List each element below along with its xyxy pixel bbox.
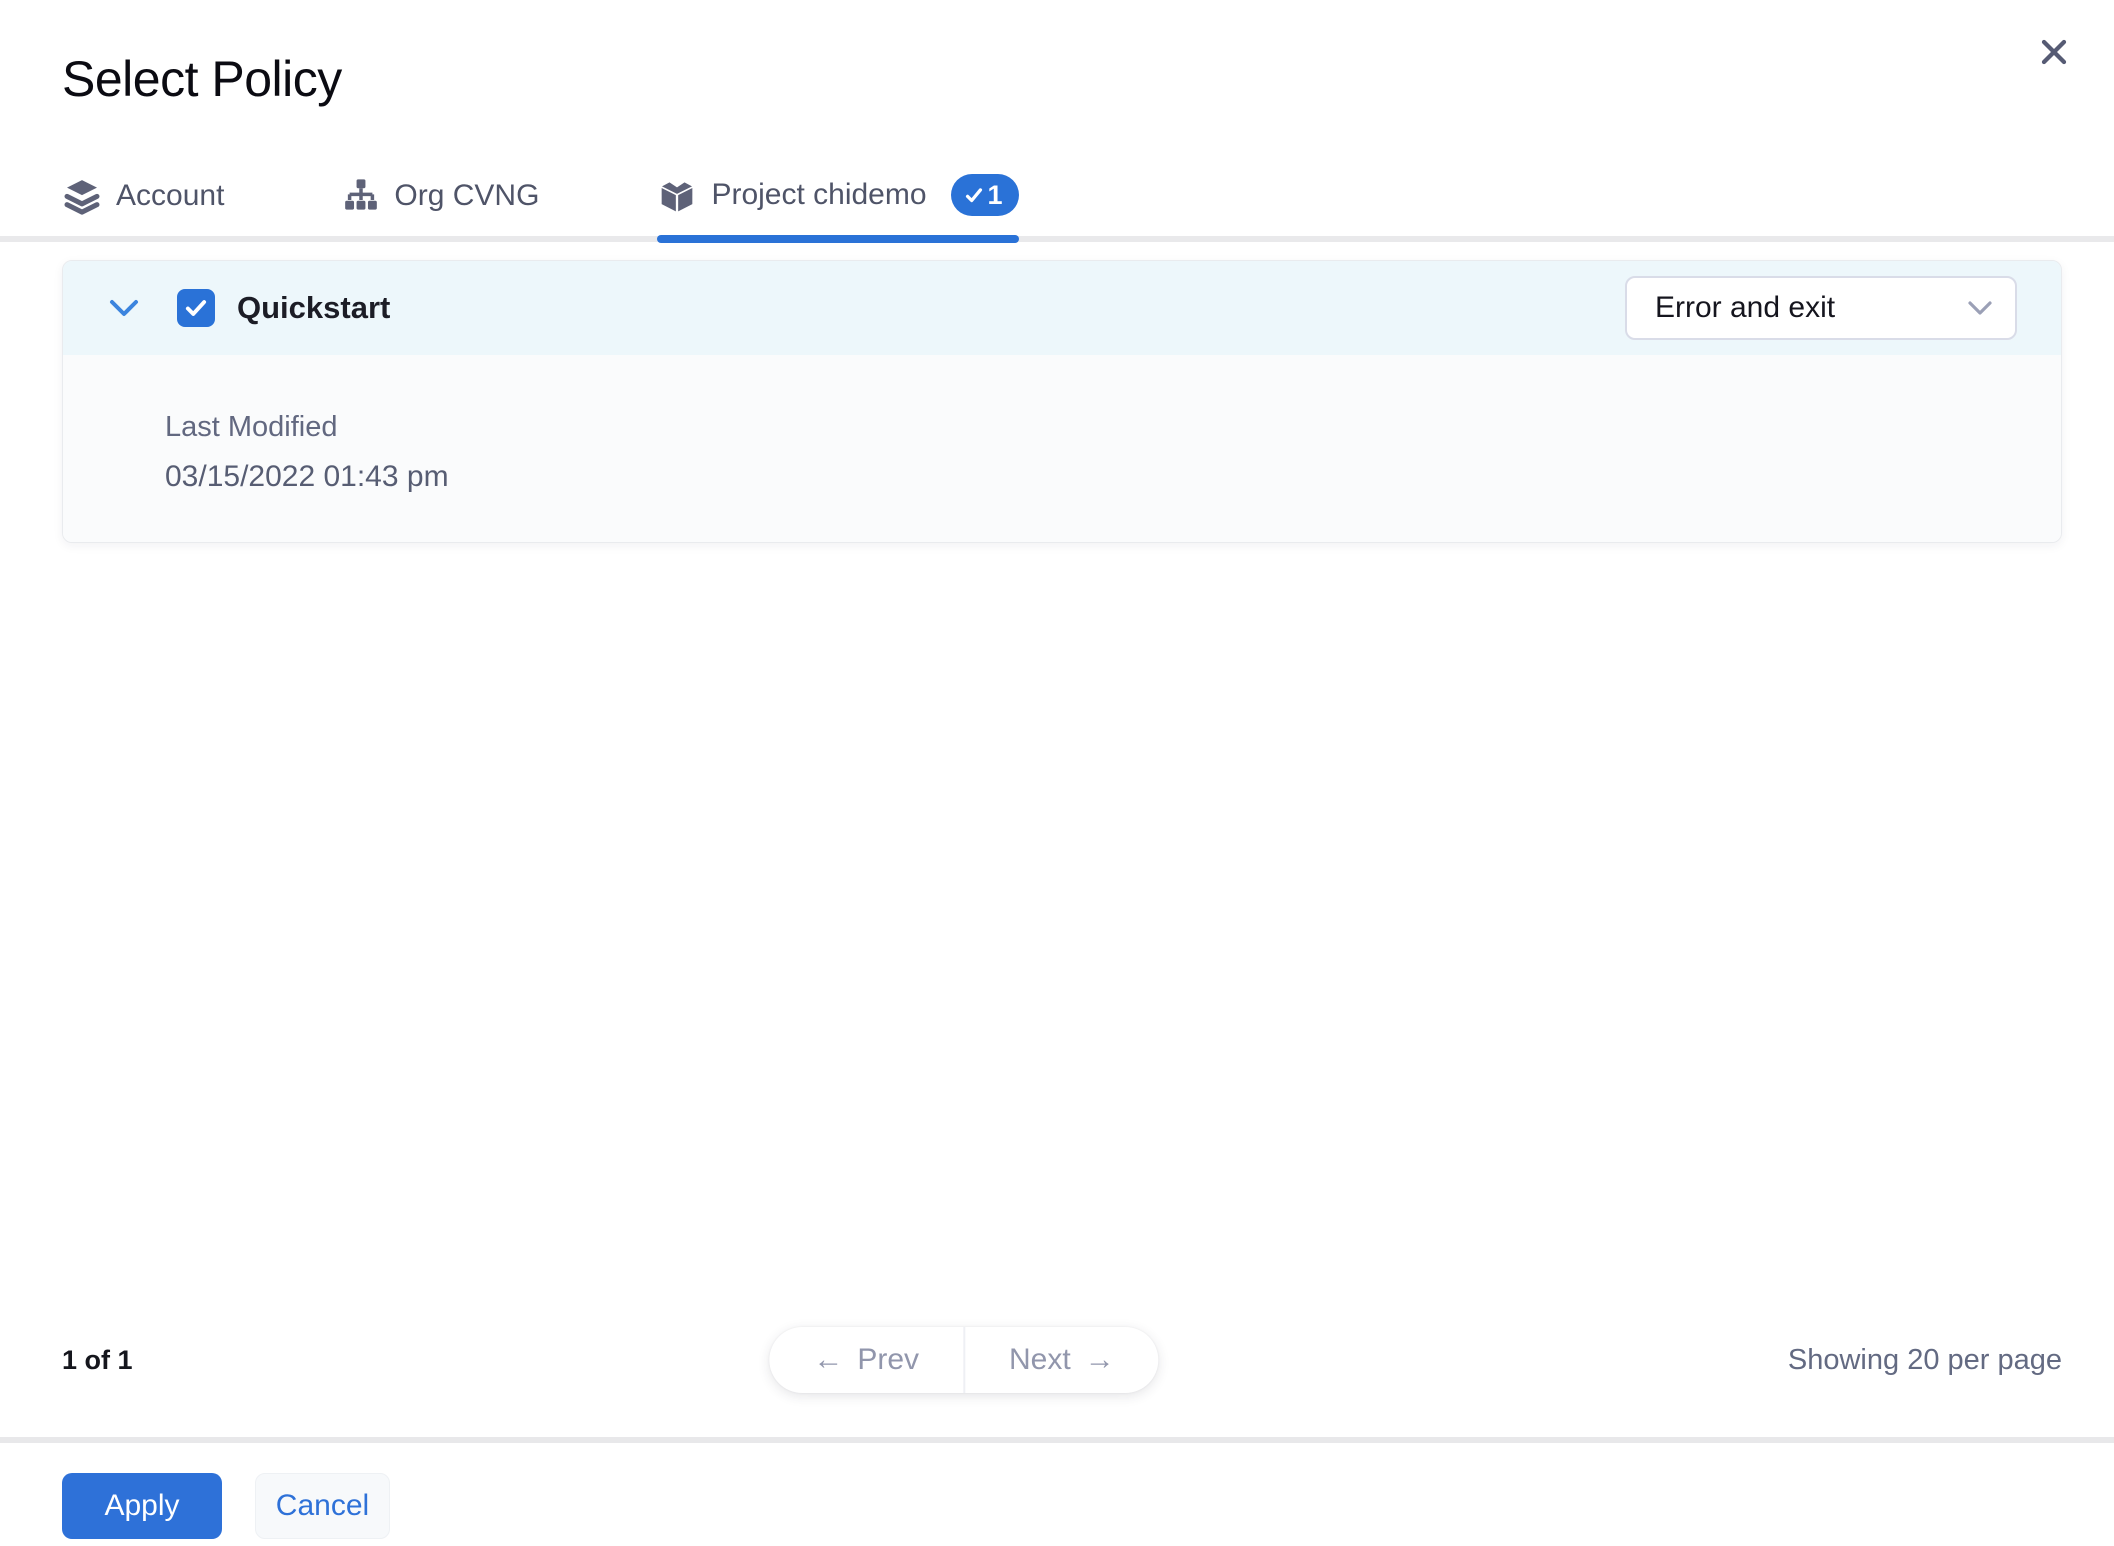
chevron-down-icon bbox=[108, 298, 140, 318]
policy-checkbox[interactable] bbox=[177, 289, 215, 327]
pagination-bar: 1 of 1 ← Prev Next → Showing 20 per page bbox=[0, 1324, 2114, 1396]
policy-row-details: Last Modified 03/15/2022 01:43 pm bbox=[63, 355, 2061, 542]
tab-project-chidemo[interactable]: Project chidemo 1 bbox=[657, 174, 1019, 243]
tab-label: Org CVNG bbox=[394, 179, 540, 212]
close-button[interactable] bbox=[2028, 26, 2080, 78]
cube-icon bbox=[657, 175, 697, 215]
badge-count: 1 bbox=[987, 179, 1003, 210]
last-modified-label: Last Modified bbox=[165, 411, 338, 443]
action-select[interactable]: Error and exit bbox=[1625, 276, 2017, 340]
policy-row-header: Quickstart Error and exit bbox=[63, 261, 2061, 355]
org-hierarchy-icon bbox=[342, 176, 380, 216]
page-title: Select Policy bbox=[62, 51, 342, 107]
action-select-value: Error and exit bbox=[1655, 291, 1836, 324]
page-info: 1 of 1 bbox=[62, 1344, 133, 1375]
selected-count-badge: 1 bbox=[950, 174, 1019, 216]
showing-per-page: Showing 20 per page bbox=[1787, 1343, 2062, 1376]
pager: ← Prev Next → bbox=[769, 1327, 1159, 1393]
tab-label: Account bbox=[116, 179, 225, 212]
layers-icon bbox=[62, 176, 102, 216]
prev-button[interactable]: ← Prev bbox=[769, 1327, 965, 1393]
next-button[interactable]: Next → bbox=[965, 1327, 1159, 1393]
policy-name: Quickstart bbox=[237, 290, 391, 325]
check-icon bbox=[183, 295, 209, 321]
check-icon bbox=[963, 184, 985, 206]
tab-org-cvng[interactable]: Org CVNG bbox=[342, 176, 539, 236]
expand-toggle[interactable] bbox=[107, 291, 141, 325]
tab-account[interactable]: Account bbox=[62, 176, 224, 236]
tab-label: Project chidemo bbox=[711, 178, 927, 211]
arrow-left-icon: ← bbox=[813, 1343, 844, 1376]
last-modified-value: 03/15/2022 01:43 pm bbox=[165, 460, 449, 493]
close-icon bbox=[2039, 37, 2069, 67]
policy-panel: Quickstart Error and exit Last Modified … bbox=[62, 260, 2062, 543]
prev-label: Prev bbox=[857, 1343, 919, 1376]
next-label: Next bbox=[1009, 1343, 1071, 1376]
arrow-right-icon: → bbox=[1084, 1343, 1115, 1376]
chevron-down-icon bbox=[1967, 300, 1993, 316]
dialog-header: Select Policy bbox=[0, 0, 2114, 108]
cancel-button[interactable]: Cancel bbox=[255, 1473, 390, 1539]
footer: Apply Cancel bbox=[62, 1473, 390, 1539]
scope-tabs: Account Org CVNG Project chidemo 1 bbox=[0, 174, 2114, 243]
footer-divider bbox=[0, 1437, 2114, 1443]
apply-button[interactable]: Apply bbox=[62, 1473, 222, 1539]
